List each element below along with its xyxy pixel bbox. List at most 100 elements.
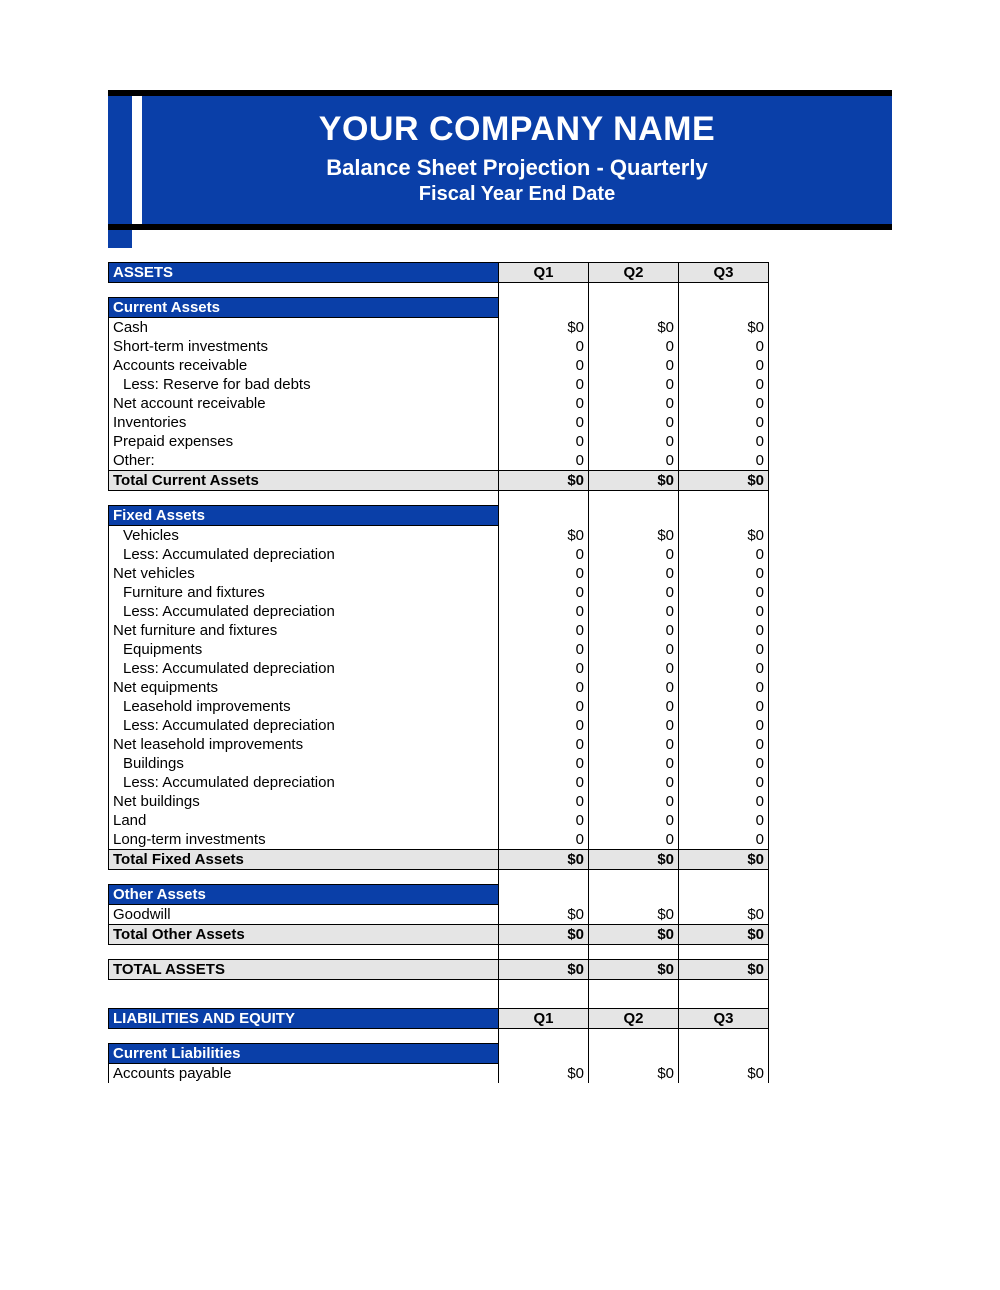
cell-value: 0 [679, 773, 769, 792]
cell-value: 0 [679, 545, 769, 564]
cell-value: 0 [679, 602, 769, 621]
cell-value: 0 [589, 640, 679, 659]
document-header: YOUR COMPANY NAME Balance Sheet Projecti… [142, 96, 892, 224]
cell-value: 0 [679, 432, 769, 451]
spacer-cell [109, 945, 499, 960]
subtotal-value: $0 [499, 471, 589, 491]
spacer-cell [589, 870, 679, 885]
cell-value: 0 [679, 811, 769, 830]
cell-value: 0 [679, 678, 769, 697]
row-label: Long-term investments [109, 830, 499, 850]
fiscal-year-label: Fiscal Year End Date [162, 183, 872, 206]
cell-value: 0 [679, 621, 769, 640]
spacer-cell [679, 491, 769, 506]
cell-value: 0 [679, 640, 769, 659]
cell-value: 0 [589, 659, 679, 678]
row-label: Less: Accumulated depreciation [109, 659, 499, 678]
row-label: Accounts receivable [109, 356, 499, 375]
row-label: Net vehicles [109, 564, 499, 583]
cell-value: $0 [499, 905, 589, 925]
cell-value: 0 [679, 735, 769, 754]
cell-value: 0 [679, 830, 769, 850]
row-label: Furniture and fixtures [109, 583, 499, 602]
cell-value: 0 [589, 792, 679, 811]
cell-value: $0 [589, 905, 679, 925]
cell-value: 0 [679, 337, 769, 356]
cell-value: $0 [499, 318, 589, 338]
row-label: Net buildings [109, 792, 499, 811]
cell [499, 298, 589, 318]
cell-value: 0 [499, 621, 589, 640]
document-title: Balance Sheet Projection - Quarterly [162, 155, 872, 181]
cell-value: 0 [499, 697, 589, 716]
cell-value: 0 [499, 754, 589, 773]
balance-sheet-table: ASSETSQ1Q2Q3Current AssetsCash$0$0$0Shor… [108, 262, 769, 1083]
subsection-heading: Current Liabilities [109, 1044, 499, 1064]
spacer-cell [109, 870, 499, 885]
cell-value: $0 [499, 526, 589, 546]
row-label: Other: [109, 451, 499, 471]
header-accent-bar [108, 96, 132, 224]
cell-value: 0 [589, 394, 679, 413]
spacer-cell [109, 1029, 499, 1044]
cell-value: 0 [589, 413, 679, 432]
cell-value: 0 [589, 716, 679, 735]
cell-value: $0 [679, 1064, 769, 1084]
grand-total-value: $0 [499, 960, 589, 980]
grand-total-value: $0 [679, 960, 769, 980]
cell-value: 0 [589, 811, 679, 830]
cell-value: 0 [589, 830, 679, 850]
cell-value: 0 [589, 583, 679, 602]
subtotal-value: $0 [679, 925, 769, 945]
row-label: Leasehold improvements [109, 697, 499, 716]
spacer-cell [499, 994, 589, 1009]
cell-value: 0 [679, 697, 769, 716]
row-label: Prepaid expenses [109, 432, 499, 451]
spacer-cell [679, 945, 769, 960]
spacer-cell [109, 283, 499, 298]
spacer-cell [589, 491, 679, 506]
section-heading: LIABILITIES AND EQUITY [109, 1009, 499, 1029]
cell-value: 0 [589, 337, 679, 356]
row-label: Cash [109, 318, 499, 338]
cell-value: 0 [499, 773, 589, 792]
subtotal-value: $0 [589, 850, 679, 870]
spacer-cell [499, 491, 589, 506]
spacer-cell [679, 283, 769, 298]
cell-value: 0 [499, 545, 589, 564]
subtotal-label: Total Fixed Assets [109, 850, 499, 870]
row-label: Equipments [109, 640, 499, 659]
cell-value: 0 [499, 640, 589, 659]
subtotal-value: $0 [679, 850, 769, 870]
spacer-cell [589, 1029, 679, 1044]
cell-value: 0 [589, 602, 679, 621]
row-label: Net account receivable [109, 394, 499, 413]
row-label: Net furniture and fixtures [109, 621, 499, 640]
cell-value: 0 [589, 356, 679, 375]
spacer-cell [589, 994, 679, 1009]
spacer-cell [499, 1029, 589, 1044]
cell-value: 0 [499, 413, 589, 432]
cell-value: 0 [499, 792, 589, 811]
row-label: Net equipments [109, 678, 499, 697]
cell-value: 0 [679, 375, 769, 394]
spacer-cell [589, 980, 679, 995]
spacer-cell [499, 283, 589, 298]
cell-value: 0 [589, 432, 679, 451]
cell-value: 0 [499, 375, 589, 394]
company-name: YOUR COMPANY NAME [162, 110, 872, 149]
cell-value: 0 [499, 337, 589, 356]
row-label: Vehicles [109, 526, 499, 546]
spacer-cell [589, 945, 679, 960]
cell-value: 0 [499, 659, 589, 678]
cell [679, 506, 769, 526]
spacer-cell [109, 491, 499, 506]
cell-value: 0 [499, 678, 589, 697]
cell-value: 0 [589, 735, 679, 754]
spacer-cell [679, 980, 769, 995]
cell-value: 0 [679, 394, 769, 413]
cell [589, 298, 679, 318]
row-label: Land [109, 811, 499, 830]
cell-value: 0 [499, 394, 589, 413]
cell-value: 0 [679, 413, 769, 432]
